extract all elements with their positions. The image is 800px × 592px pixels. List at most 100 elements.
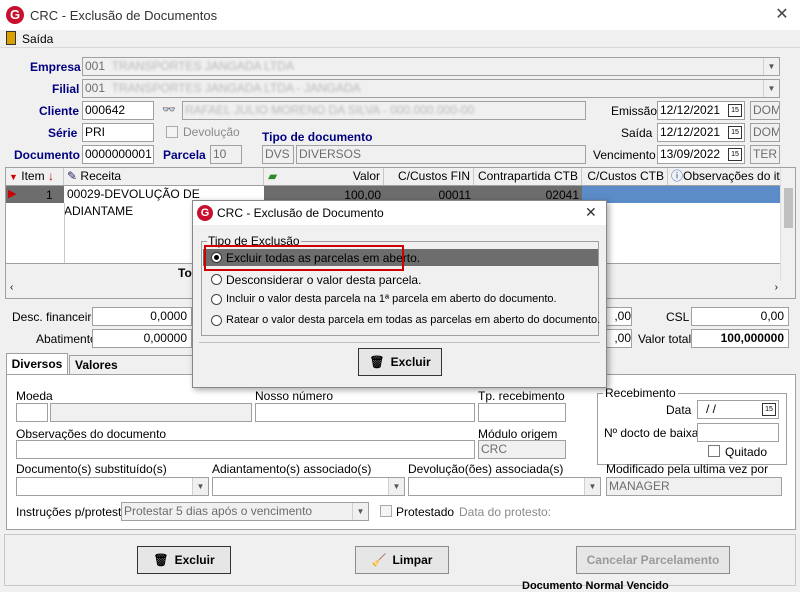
tipo-doc-name: DIVERSOS <box>296 145 586 164</box>
protestado-label: Protestado <box>396 505 455 519</box>
cliente-field[interactable]: 000642 <box>82 101 154 120</box>
dialog-title: CRC - Exclusão de Documento <box>217 206 384 220</box>
valor-total-field: 100,000000 <box>691 329 789 348</box>
ndocto-field[interactable] <box>697 423 779 442</box>
moeda-code-field[interactable] <box>16 403 48 422</box>
excluir-button[interactable]: 🗑 Excluir <box>137 546 231 574</box>
tax-field-1[interactable]: ,00 <box>606 307 632 326</box>
grid-header-valor[interactable]: ▰ Valor <box>264 168 384 185</box>
desc-fin-field[interactable]: 0,0000 <box>92 307 192 326</box>
exit-menu-item[interactable]: Saída <box>22 32 53 46</box>
instr-value: Protestar 5 dias após o vencimento <box>124 504 313 518</box>
chevron-down-icon[interactable]: ▼ <box>584 478 600 495</box>
cliente-label: Cliente <box>39 104 80 118</box>
close-icon[interactable]: ✕ <box>585 204 597 221</box>
excluir-button-label: Excluir <box>174 553 215 567</box>
broom-icon: 🧹 <box>371 553 387 567</box>
chevron-right-icon[interactable]: › <box>775 282 778 293</box>
calendar-icon[interactable]: 15 <box>728 148 742 161</box>
filial-code: 001 <box>85 81 106 95</box>
dialog-excluir-button[interactable]: 🗑 Excluir <box>358 348 442 376</box>
calendar-icon[interactable]: 15 <box>728 104 742 117</box>
chevron-down-icon[interactable]: ▼ <box>763 80 779 97</box>
csl-label: CSL <box>666 310 690 324</box>
calendar-icon[interactable]: 15 <box>728 126 742 139</box>
grid-header-obs-label: Observações do it <box>683 169 780 183</box>
devol-select[interactable]: ▼ <box>408 477 601 496</box>
calendar-icon[interactable]: 15 <box>762 403 776 416</box>
limpar-button[interactable]: 🧹 Limpar <box>355 546 449 574</box>
grid-header-obs[interactable]: ⓘObservações do it <box>668 168 783 185</box>
close-icon[interactable]: ✕ <box>772 4 792 24</box>
moeda-name-field <box>50 403 252 422</box>
grid-header-ccfin[interactable]: C/Custos FIN <box>384 168 474 185</box>
abatimento-field[interactable]: 0,00000 <box>92 329 192 348</box>
grid-header-valor-label: Valor <box>352 169 380 183</box>
quitado-checkbox[interactable] <box>708 445 720 457</box>
dialog-divider <box>199 342 600 343</box>
window-title: CRC - Exclusão de Documentos <box>30 8 218 23</box>
modulo-field: CRC <box>478 440 566 459</box>
dialog-title-bar: G CRC - Exclusão de Documento ✕ <box>193 201 606 225</box>
tax-field-2[interactable]: ,00 <box>606 329 632 348</box>
tp-recebimento-field[interactable] <box>478 403 566 422</box>
tipo-doc-label: Tipo de documento <box>262 130 373 144</box>
vencimento-label: Vencimento <box>593 148 656 162</box>
vencimento-field[interactable]: 13/09/2022 15 <box>657 145 745 164</box>
data-value: / / <box>706 402 717 416</box>
filial-field[interactable]: 001 TRANSPORTES JANGADA LTDA - JANGADA ▼ <box>82 79 780 98</box>
adiant-select[interactable]: ▼ <box>212 477 405 496</box>
emissao-label: Emissão <box>611 104 658 118</box>
obs-field[interactable] <box>16 440 475 459</box>
row-pointer-icon: ▶ <box>8 188 17 200</box>
grid-header-item-label: Item <box>21 169 45 183</box>
grid-header-item[interactable]: ▼ Item ↓ <box>6 168 64 185</box>
vertical-scrollbar[interactable] <box>780 168 795 281</box>
valor-total-label: Valor total <box>638 332 692 346</box>
filial-name: TRANSPORTES JANGADA LTDA - JANGADA <box>111 81 361 95</box>
binoculars-icon[interactable]: 👓 <box>162 103 176 116</box>
parcela-label: Parcela <box>163 148 206 162</box>
empresa-field[interactable]: 001 TRANSPORTES JANGADA LTDA ▼ <box>82 57 780 76</box>
tab-valores[interactable]: Valores complementa <box>69 355 199 375</box>
nosso-numero-field[interactable] <box>255 403 475 422</box>
modulo-label: Módulo origem <box>478 427 558 441</box>
cancelar-parcelamento-button[interactable]: Cancelar Parcelamento <box>576 546 730 574</box>
chevron-down-icon[interactable]: ▼ <box>388 478 404 495</box>
option-radio-2[interactable] <box>211 294 222 305</box>
doc-subst-label: Documento(s) substituído(s) <box>16 462 167 476</box>
instr-select[interactable]: Protestar 5 dias após o vencimento ▼ <box>121 502 369 521</box>
csl-field[interactable]: 0,00 <box>691 307 789 326</box>
saida-label: Saída <box>621 126 653 140</box>
serie-field[interactable]: PRI <box>82 123 154 142</box>
saida-field[interactable]: 12/12/2021 15 <box>657 123 745 142</box>
grid-header-receita[interactable]: ✎ Receita <box>64 168 264 185</box>
protestado-checkbox[interactable] <box>380 505 392 517</box>
emissao-field[interactable]: 12/12/2021 15 <box>657 101 745 120</box>
exclusion-dialog: G CRC - Exclusão de Documento ✕ Tipo de … <box>192 200 607 388</box>
row-blank <box>582 186 782 203</box>
devolucao-checkbox[interactable] <box>166 126 178 138</box>
devol-label: Devolução(ões) associada(s) <box>408 462 564 476</box>
trash-icon: 🗑 <box>369 355 385 369</box>
modificado-label: Modificado pela ultima vez por <box>606 462 769 476</box>
doc-subst-select[interactable]: ▼ <box>16 477 209 496</box>
moeda-label: Moeda <box>16 389 53 403</box>
tab-diversos[interactable]: Diversos <box>6 353 68 375</box>
vencimento-day: TER <box>750 145 780 164</box>
grid-header-contrapartida[interactable]: Contrapartida CTB <box>474 168 582 185</box>
chevron-left-icon[interactable]: ‹ <box>10 282 13 293</box>
limpar-button-label: Limpar <box>392 553 433 567</box>
vencimento-value: 13/09/2022 <box>660 147 721 161</box>
chevron-down-icon[interactable]: ▼ <box>352 503 368 520</box>
chevron-down-icon[interactable]: ▼ <box>763 58 779 75</box>
option-radio-1[interactable] <box>211 274 222 285</box>
documento-field[interactable]: 0000000001 <box>82 145 154 164</box>
tipo-doc-code: DVS <box>262 145 294 164</box>
filial-label: Filial <box>52 82 80 96</box>
ndocto-label: Nº docto de baixa <box>604 426 699 440</box>
option-radio-3[interactable] <box>211 315 222 326</box>
grid-header-cccbt[interactable]: C/Custos CTB <box>582 168 668 185</box>
chevron-down-icon[interactable]: ▼ <box>192 478 208 495</box>
data-field[interactable]: / / 15 <box>697 400 779 419</box>
